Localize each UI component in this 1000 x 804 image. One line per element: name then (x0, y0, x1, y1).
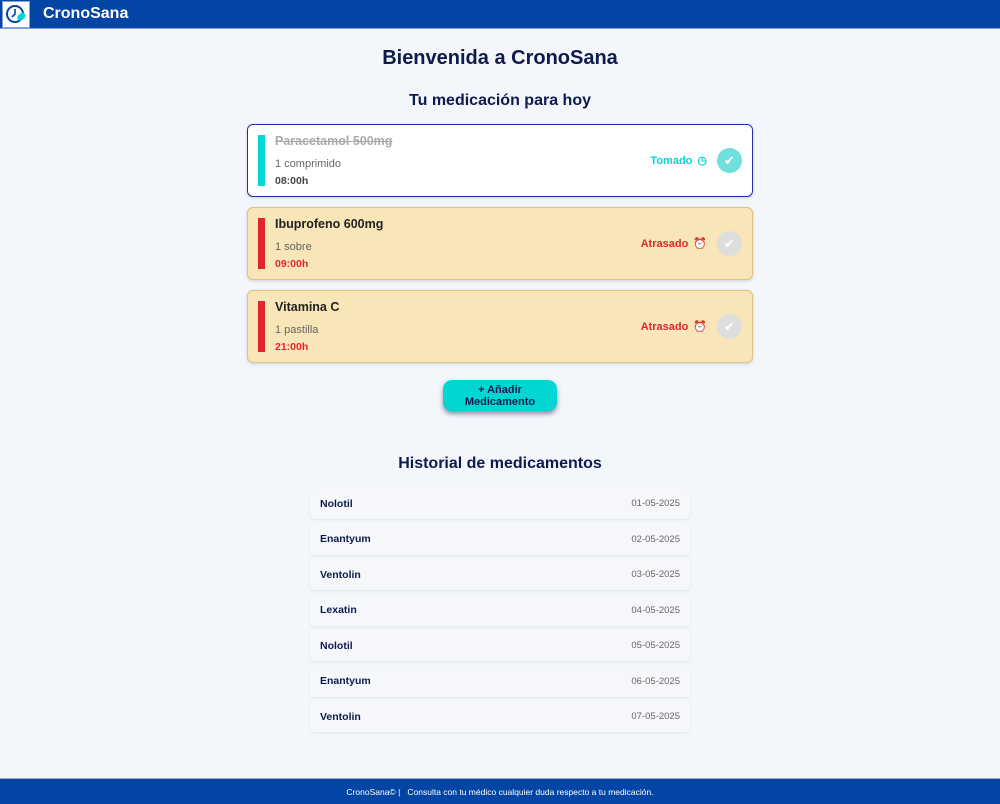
medication-dose: 1 pastilla (275, 324, 319, 336)
status-bar (258, 135, 265, 186)
history-list: Nolotil 01-05-2025 Enantyum 02-05-2025 Ven… (310, 488, 690, 732)
history-date: 03-05-2025 (631, 569, 680, 580)
medication-card: Vitamina C 1 pastilla 21:00h Atrasado ⏰ ✔ (247, 290, 753, 363)
status-bar (258, 301, 265, 352)
status-bar (258, 218, 265, 269)
medication-dose: 1 sobre (275, 241, 312, 253)
app-name[interactable]: CronoSana (43, 5, 128, 23)
footer-separator: | (398, 786, 401, 797)
history-name: Nolotil (320, 497, 353, 510)
page-title: Bienvenida a CronoSana (382, 47, 618, 69)
history-item: Nolotil 01-05-2025 (310, 488, 690, 519)
status-label: Atrasado (640, 320, 689, 333)
medication-time: 21:00h (275, 341, 309, 353)
mark-taken-button[interactable]: ✔ (717, 148, 742, 173)
history-item: Lexatin 04-05-2025 (310, 594, 690, 626)
history-name: Ventolin (320, 568, 361, 581)
history-name: Lexatin (320, 604, 357, 616)
history-name: Ventolin (320, 710, 361, 723)
add-medication-button[interactable]: + Añadir Medicamento (443, 380, 557, 411)
history-name: Enantyum (320, 675, 371, 687)
footer: CronoSana© | Consulta con tu médico cual… (0, 778, 1000, 804)
today-heading: Tu medicación para hoy (409, 92, 591, 109)
history-name: Nolotil (320, 639, 353, 652)
history-date: 04-05-2025 (631, 604, 680, 616)
history-item: Enantyum 06-05-2025 (310, 665, 690, 697)
mark-taken-button[interactable]: ✔ (717, 231, 742, 256)
footer-brand: CronoSana© (346, 786, 396, 797)
history-date: 06-05-2025 (631, 675, 680, 687)
medication-dose: 1 comprimido (275, 158, 342, 170)
history-item: Ventolin 07-05-2025 (310, 701, 690, 732)
clock-pill-icon (6, 5, 26, 23)
top-navbar: CronoSana (0, 0, 1000, 29)
history-name: Enantyum (320, 533, 371, 545)
medication-time: 08:00h (275, 175, 309, 187)
mark-taken-button[interactable]: ✔ (717, 314, 742, 339)
history-date: 02-05-2025 (631, 533, 680, 545)
medication-name: Vitamina C (275, 300, 340, 314)
history-date: 01-05-2025 (631, 498, 680, 509)
medication-name: Paracetamol 500mg (275, 134, 393, 148)
status-label: Tomado (650, 154, 693, 167)
medication-card: Paracetamol 500mg 1 comprimido 08:00h To… (247, 124, 753, 197)
history-item: Enantyum 02-05-2025 (310, 523, 690, 555)
history-date: 07-05-2025 (631, 711, 680, 722)
alarm-icon: ⏰ (693, 321, 707, 333)
history-date: 05-05-2025 (631, 640, 680, 651)
medication-time: 09:00h (275, 258, 309, 270)
history-item: Ventolin 03-05-2025 (310, 559, 690, 590)
footer-text: Consulta con tu médico cualquier duda re… (407, 786, 654, 797)
alarm-icon: ⏰ (693, 238, 707, 250)
status-label: Atrasado (640, 237, 689, 250)
history-heading: Historial de medicamentos (398, 455, 602, 472)
clock-icon: ◷ (697, 155, 707, 167)
medication-card: Ibuprofeno 600mg 1 sobre 09:00h Atrasado… (247, 207, 753, 280)
medication-list: Paracetamol 500mg 1 comprimido 08:00h To… (247, 124, 753, 363)
app-logo[interactable] (2, 0, 30, 28)
history-item: Nolotil 05-05-2025 (310, 630, 690, 661)
medication-name: Ibuprofeno 600mg (275, 217, 384, 231)
